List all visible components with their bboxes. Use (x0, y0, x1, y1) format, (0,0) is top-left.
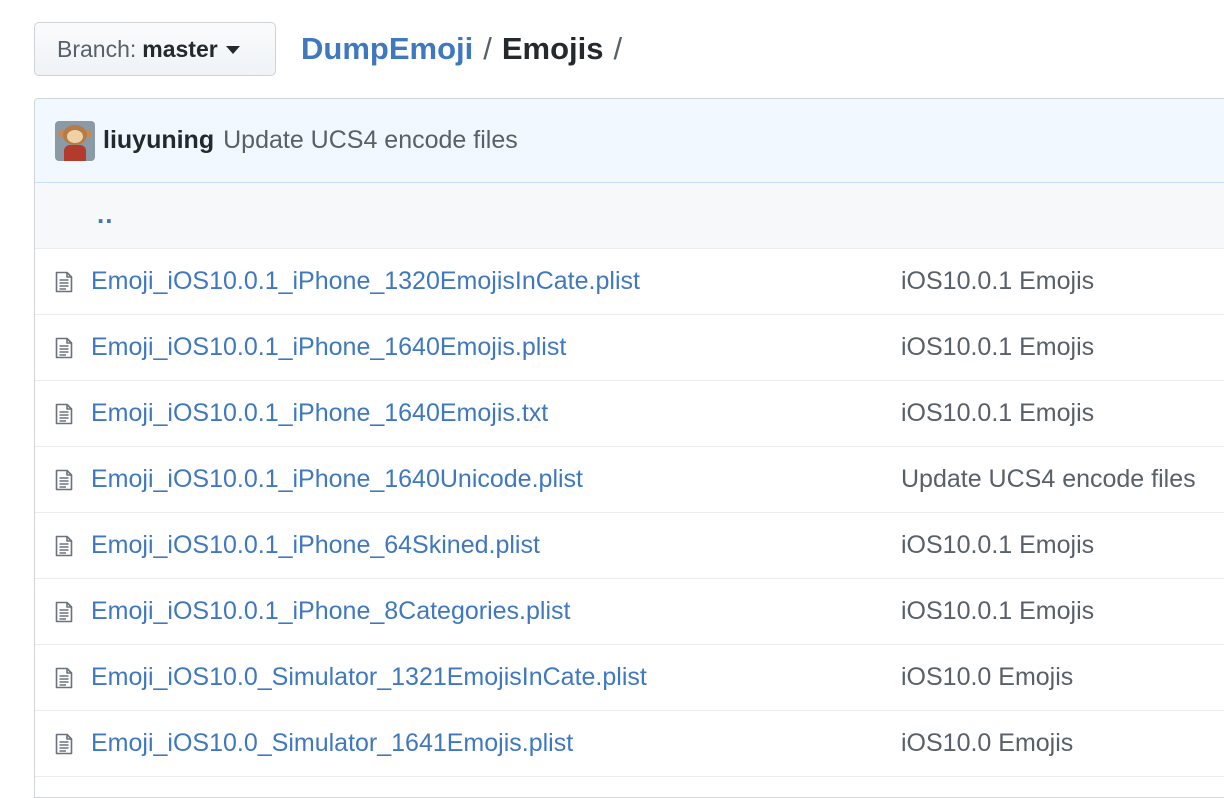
parent-directory-link[interactable]: .. (97, 199, 113, 230)
caret-down-icon (225, 46, 240, 54)
table-row: Emoji_iOS10.0.1_iPhone_1640Emojis.txt iO… (35, 381, 1224, 447)
file-text-icon (55, 535, 73, 557)
avatar[interactable] (55, 120, 95, 161)
file-text-icon (55, 403, 73, 425)
branch-prefix-label: Branch: (57, 35, 137, 62)
file-commit-message-link[interactable]: iOS10.0 Emojis (901, 729, 1073, 758)
breadcrumb-repo-link[interactable]: DumpEmoji (301, 31, 473, 66)
file-commit-message-link[interactable]: iOS10.0.1 Emojis (901, 399, 1094, 428)
repo-header: Branch: master DumpEmoji / Emojis / (0, 0, 1224, 98)
table-row: Emoji_iOS10.0.1_iPhone_64Skined.plist iO… (35, 513, 1224, 579)
file-name-link[interactable]: Emoji_iOS10.0.1_iPhone_1320EmojisInCate.… (91, 267, 640, 296)
file-name-link[interactable]: Emoji_iOS10.0.1_iPhone_8Categories.plist (91, 597, 570, 626)
file-text-icon (55, 733, 73, 755)
file-name-link[interactable]: Emoji_iOS10.0.1_iPhone_1640Emojis.plist (91, 333, 566, 362)
branch-select-button[interactable]: Branch: master (34, 22, 276, 76)
latest-commit-bar: liuyuning Update UCS4 encode files (35, 99, 1224, 183)
file-name-link[interactable]: Emoji_iOS10.0.1_iPhone_64Skined.plist (91, 531, 540, 560)
table-row: Emoji_iOS10.0.1_iPhone_1640Emojis.plist … (35, 315, 1224, 381)
file-text-icon (55, 469, 73, 491)
commit-author-link[interactable]: liuyuning (103, 126, 214, 155)
file-commit-message-link[interactable]: Update UCS4 encode files (901, 465, 1196, 494)
breadcrumb-separator: / (483, 31, 492, 66)
file-commit-message-link[interactable]: iOS10.0.1 Emojis (901, 333, 1094, 362)
breadcrumb-current-dir: Emojis (501, 31, 604, 66)
file-commit-message-link[interactable]: iOS10.0.1 Emojis (901, 267, 1094, 296)
table-row: Emoji_iOS10.0.1_iPhone_1320EmojisInCate.… (35, 249, 1224, 315)
file-name-link[interactable]: Emoji_iOS10.0.1_iPhone_1640Emojis.txt (91, 399, 548, 428)
file-name-link[interactable]: Emoji_iOS10.0_Simulator_1321EmojisInCate… (91, 663, 647, 692)
file-name-link[interactable]: Emoji_iOS10.0_Simulator_1641Emojis.plist (91, 729, 573, 758)
breadcrumb-trailing-separator: / (613, 31, 623, 66)
file-text-icon (55, 337, 73, 359)
table-row: Emoji_iOS10.0_Simulator_1321EmojisInCate… (35, 645, 1224, 711)
breadcrumb: DumpEmoji / Emojis / (301, 28, 622, 70)
file-commit-message-link[interactable]: iOS10.0.1 Emojis (901, 597, 1094, 626)
file-text-icon (55, 601, 73, 623)
file-text-icon (55, 667, 73, 689)
file-commit-message-link[interactable]: iOS10.0 Emojis (901, 663, 1073, 692)
file-rows: Emoji_iOS10.0.1_iPhone_1320EmojisInCate.… (35, 249, 1224, 777)
parent-directory-row: .. (35, 183, 1224, 249)
table-row: Emoji_iOS10.0.1_iPhone_8Categories.plist… (35, 579, 1224, 645)
file-text-icon (55, 271, 73, 293)
branch-name-label: master (142, 35, 218, 62)
file-list: liuyuning Update UCS4 encode files .. Em… (34, 98, 1224, 798)
file-commit-message-link[interactable]: iOS10.0.1 Emojis (901, 531, 1094, 560)
commit-message-link[interactable]: Update UCS4 encode files (223, 126, 518, 155)
table-row: Emoji_iOS10.0_Simulator_1641Emojis.plist… (35, 711, 1224, 777)
table-row: Emoji_iOS10.0.1_iPhone_1640Unicode.plist… (35, 447, 1224, 513)
file-name-link[interactable]: Emoji_iOS10.0.1_iPhone_1640Unicode.plist (91, 465, 583, 494)
